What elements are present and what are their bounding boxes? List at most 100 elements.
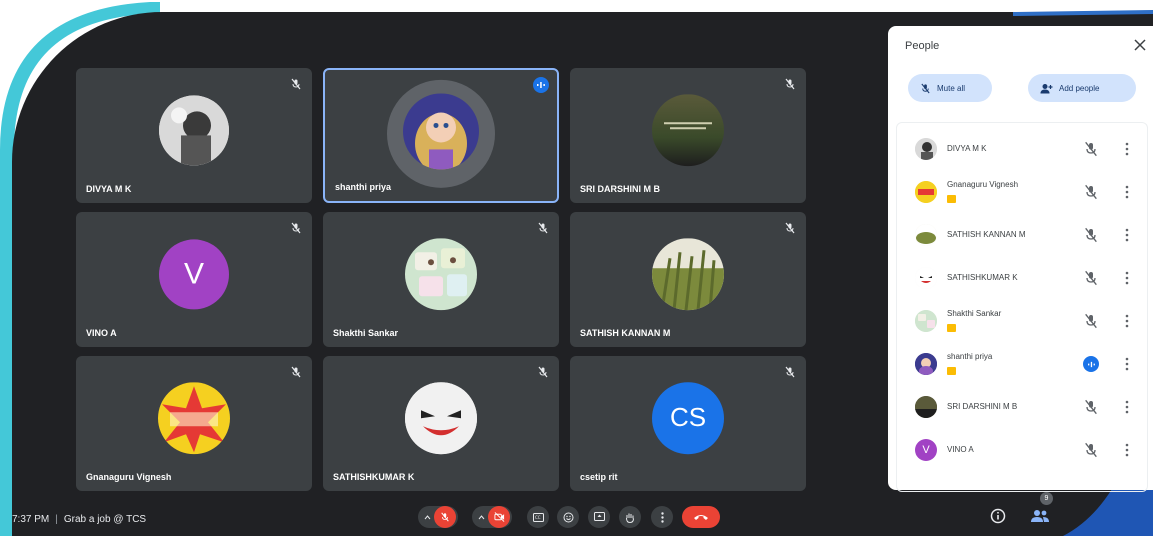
people-icon	[1031, 510, 1049, 522]
close-icon[interactable]	[1133, 38, 1149, 54]
list-item[interactable]: SRI DARSHINI M B	[903, 391, 1147, 425]
mic-off-icon[interactable]	[1083, 270, 1099, 286]
raise-hand-button[interactable]	[619, 506, 641, 528]
mute-all-button[interactable]: Mute all	[908, 74, 992, 102]
participant-name: csetip rit	[580, 472, 618, 482]
avatar	[915, 224, 937, 246]
participant-name: SATHISH KANNAN M	[947, 230, 1026, 239]
list-item[interactable]: V VINO A	[903, 434, 1147, 468]
meeting-details-button[interactable]	[990, 508, 1006, 524]
more-vert-icon[interactable]	[1125, 443, 1131, 459]
svg-text:CC: CC	[535, 515, 541, 520]
avatar	[915, 181, 937, 203]
participant-tile[interactable]: V VINO A	[76, 212, 312, 347]
mic-off-icon	[537, 221, 549, 234]
more-vert-icon[interactable]	[1125, 271, 1131, 287]
list-item[interactable]: Gnanaguru Vignesh	[903, 176, 1147, 210]
mic-off-icon	[784, 77, 796, 90]
more-vert-icon[interactable]	[1125, 357, 1131, 373]
more-vert-icon[interactable]	[1125, 142, 1131, 158]
avatar	[158, 381, 230, 454]
mic-off-button[interactable]	[434, 506, 456, 528]
mic-off-icon	[784, 221, 796, 234]
add-person-icon	[1040, 83, 1053, 93]
host-badge-icon	[947, 324, 956, 332]
camera-control[interactable]	[472, 506, 512, 528]
chevron-up-icon[interactable]	[478, 514, 485, 520]
emoji-icon	[563, 512, 573, 522]
mic-off-icon[interactable]	[1083, 313, 1099, 329]
participant-name: DIVYA M K	[947, 144, 987, 153]
avatar	[915, 267, 937, 289]
avatar: V	[915, 439, 937, 461]
participant-name: SRI DARSHINI M B	[580, 184, 661, 194]
camera-off-icon	[493, 512, 504, 522]
more-vert-icon[interactable]	[1125, 314, 1131, 330]
participant-tile[interactable]: SATHISHKUMAR K	[323, 356, 559, 491]
participant-name: SRI DARSHINI M B	[947, 402, 1018, 411]
meeting-info: 7:37 PM | Grab a job @ TCS	[12, 514, 146, 525]
participant-name: shanthi priya	[947, 352, 993, 361]
present-screen-icon	[593, 512, 605, 521]
participant-name: SATHISHKUMAR K	[947, 273, 1018, 282]
avatar: CS	[652, 381, 724, 454]
participant-tile[interactable]: CS csetip rit	[570, 356, 806, 491]
present-button[interactable]	[588, 506, 610, 528]
captions-button[interactable]: CC	[527, 506, 549, 528]
participant-tile[interactable]: Gnanaguru Vignesh	[76, 356, 312, 491]
meeting-title: Grab a job @ TCS	[63, 514, 147, 525]
more-vert-icon[interactable]	[1125, 400, 1131, 416]
speaking-indicator-icon	[1083, 356, 1099, 372]
avatar	[405, 381, 477, 454]
reactions-button[interactable]	[557, 506, 579, 528]
participant-name: shanthi priya	[335, 182, 392, 192]
hand-icon	[626, 513, 634, 523]
participant-tile[interactable]: SATHISH KANNAN M	[570, 212, 806, 347]
mic-off-icon	[784, 365, 796, 378]
more-vert-icon[interactable]	[1125, 185, 1131, 201]
info-icon	[990, 508, 1006, 524]
avatar: V	[159, 238, 229, 309]
list-item[interactable]: SATHISHKUMAR K	[903, 262, 1147, 296]
participant-name: VINO A	[86, 328, 117, 338]
host-badge-icon	[947, 367, 956, 375]
mic-off-icon[interactable]	[1083, 442, 1099, 458]
participant-tile-active[interactable]: shanthi priya	[323, 68, 559, 203]
mic-off-icon[interactable]	[1083, 141, 1099, 157]
avatar	[652, 93, 724, 166]
more-vert-icon[interactable]	[1125, 228, 1131, 244]
camera-off-button[interactable]	[488, 506, 510, 528]
participant-tile[interactable]: SRI DARSHINI M B	[570, 68, 806, 203]
mic-off-icon	[290, 77, 302, 90]
mic-off-icon	[921, 83, 930, 93]
list-item[interactable]: shanthi priya	[903, 348, 1147, 382]
list-item[interactable]: SATHISH KANNAN M	[903, 219, 1147, 253]
chevron-up-icon[interactable]	[424, 514, 431, 520]
captions-icon: CC	[532, 512, 544, 522]
mic-control[interactable]	[418, 506, 458, 528]
speaking-indicator-icon	[533, 77, 549, 93]
mute-all-label: Mute all	[937, 83, 966, 93]
mic-off-icon	[441, 512, 449, 522]
mic-off-icon[interactable]	[1083, 399, 1099, 415]
end-call-icon	[694, 515, 708, 520]
avatar	[915, 138, 937, 160]
panel-title: People	[905, 40, 940, 52]
participant-tile[interactable]: DIVYA M K	[76, 68, 312, 203]
leave-call-button[interactable]	[682, 506, 720, 528]
participant-tile[interactable]: Shakthi Sankar	[323, 212, 559, 347]
list-item[interactable]: Shakthi Sankar	[903, 305, 1147, 339]
mic-off-icon[interactable]	[1083, 227, 1099, 243]
people-button[interactable]	[1030, 508, 1050, 524]
avatar	[405, 237, 477, 310]
participant-name: VINO A	[947, 445, 974, 454]
participant-name: SATHISH KANNAN M	[580, 328, 671, 338]
mic-off-icon[interactable]	[1083, 184, 1099, 200]
people-panel: People Mute all Add people DIVYA M K Gna…	[888, 26, 1153, 492]
more-options-button[interactable]	[651, 506, 673, 528]
list-item[interactable]: DIVYA M K	[903, 133, 1147, 167]
participant-name: SATHISHKUMAR K	[333, 472, 415, 482]
participant-name: DIVYA M K	[86, 184, 132, 194]
add-people-button[interactable]: Add people	[1028, 74, 1136, 102]
avatar	[403, 92, 479, 169]
